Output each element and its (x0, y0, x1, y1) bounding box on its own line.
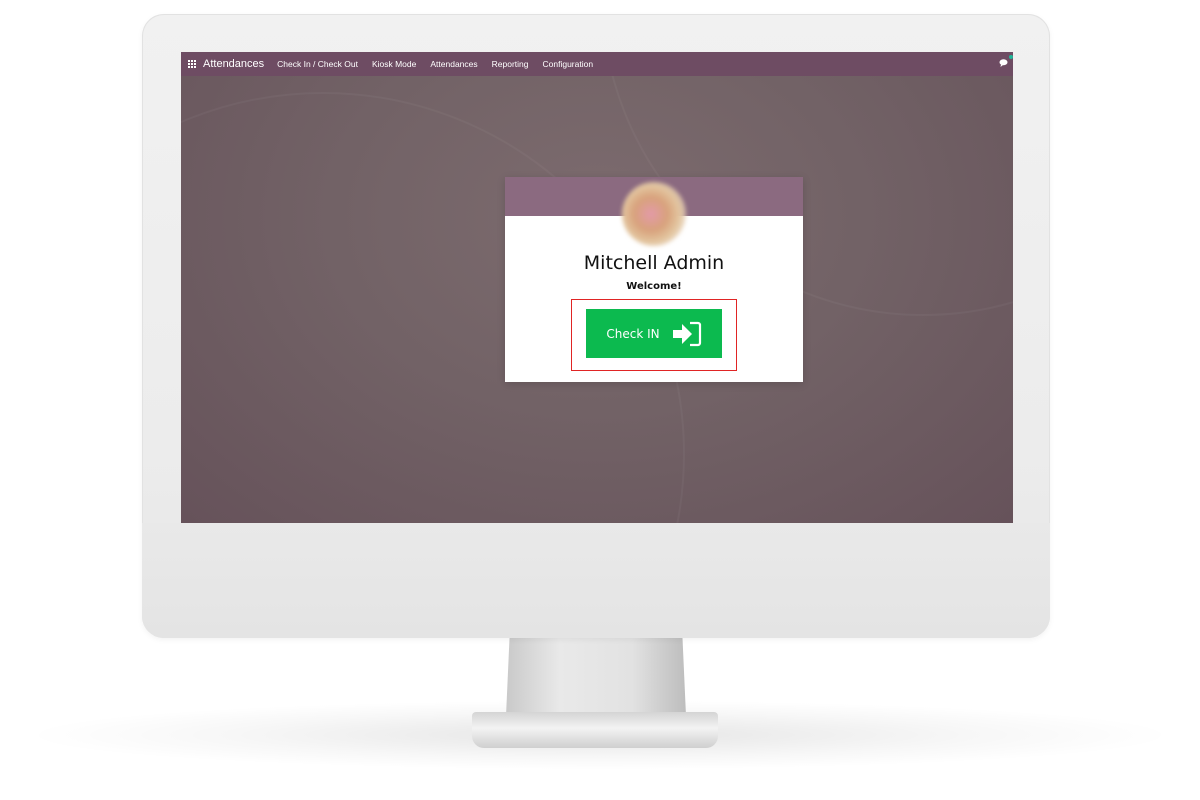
check-in-button[interactable]: Check IN (586, 309, 722, 358)
kiosk-card: Mitchell Admin Welcome! Check IN (505, 177, 803, 382)
sign-in-icon (672, 321, 701, 346)
top-navbar: Attendances Check In / Check Out Kiosk M… (181, 52, 1013, 76)
check-in-label: Check IN (606, 326, 660, 341)
monitor-mockup: Attendances Check In / Check Out Kiosk M… (0, 0, 1200, 800)
chat-icon[interactable] (999, 58, 1009, 68)
menu-reporting[interactable]: Reporting (492, 59, 529, 69)
apps-grid-icon[interactable] (185, 52, 199, 76)
employee-name: Mitchell Admin (583, 252, 725, 274)
monitor-stand-foot (472, 712, 718, 748)
notification-dot (1009, 55, 1013, 59)
welcome-message: Welcome! (626, 281, 682, 292)
monitor-stand-neck (506, 636, 686, 716)
menu-configuration[interactable]: Configuration (543, 59, 594, 69)
app-name[interactable]: Attendances (203, 58, 264, 70)
menu-kiosk-mode[interactable]: Kiosk Mode (372, 59, 416, 69)
menu-attendances[interactable]: Attendances (430, 59, 477, 69)
avatar (622, 182, 686, 246)
menu-check-in-check-out[interactable]: Check In / Check Out (277, 59, 358, 69)
monitor-chin (142, 523, 1050, 638)
screen: Attendances Check In / Check Out Kiosk M… (181, 52, 1013, 523)
